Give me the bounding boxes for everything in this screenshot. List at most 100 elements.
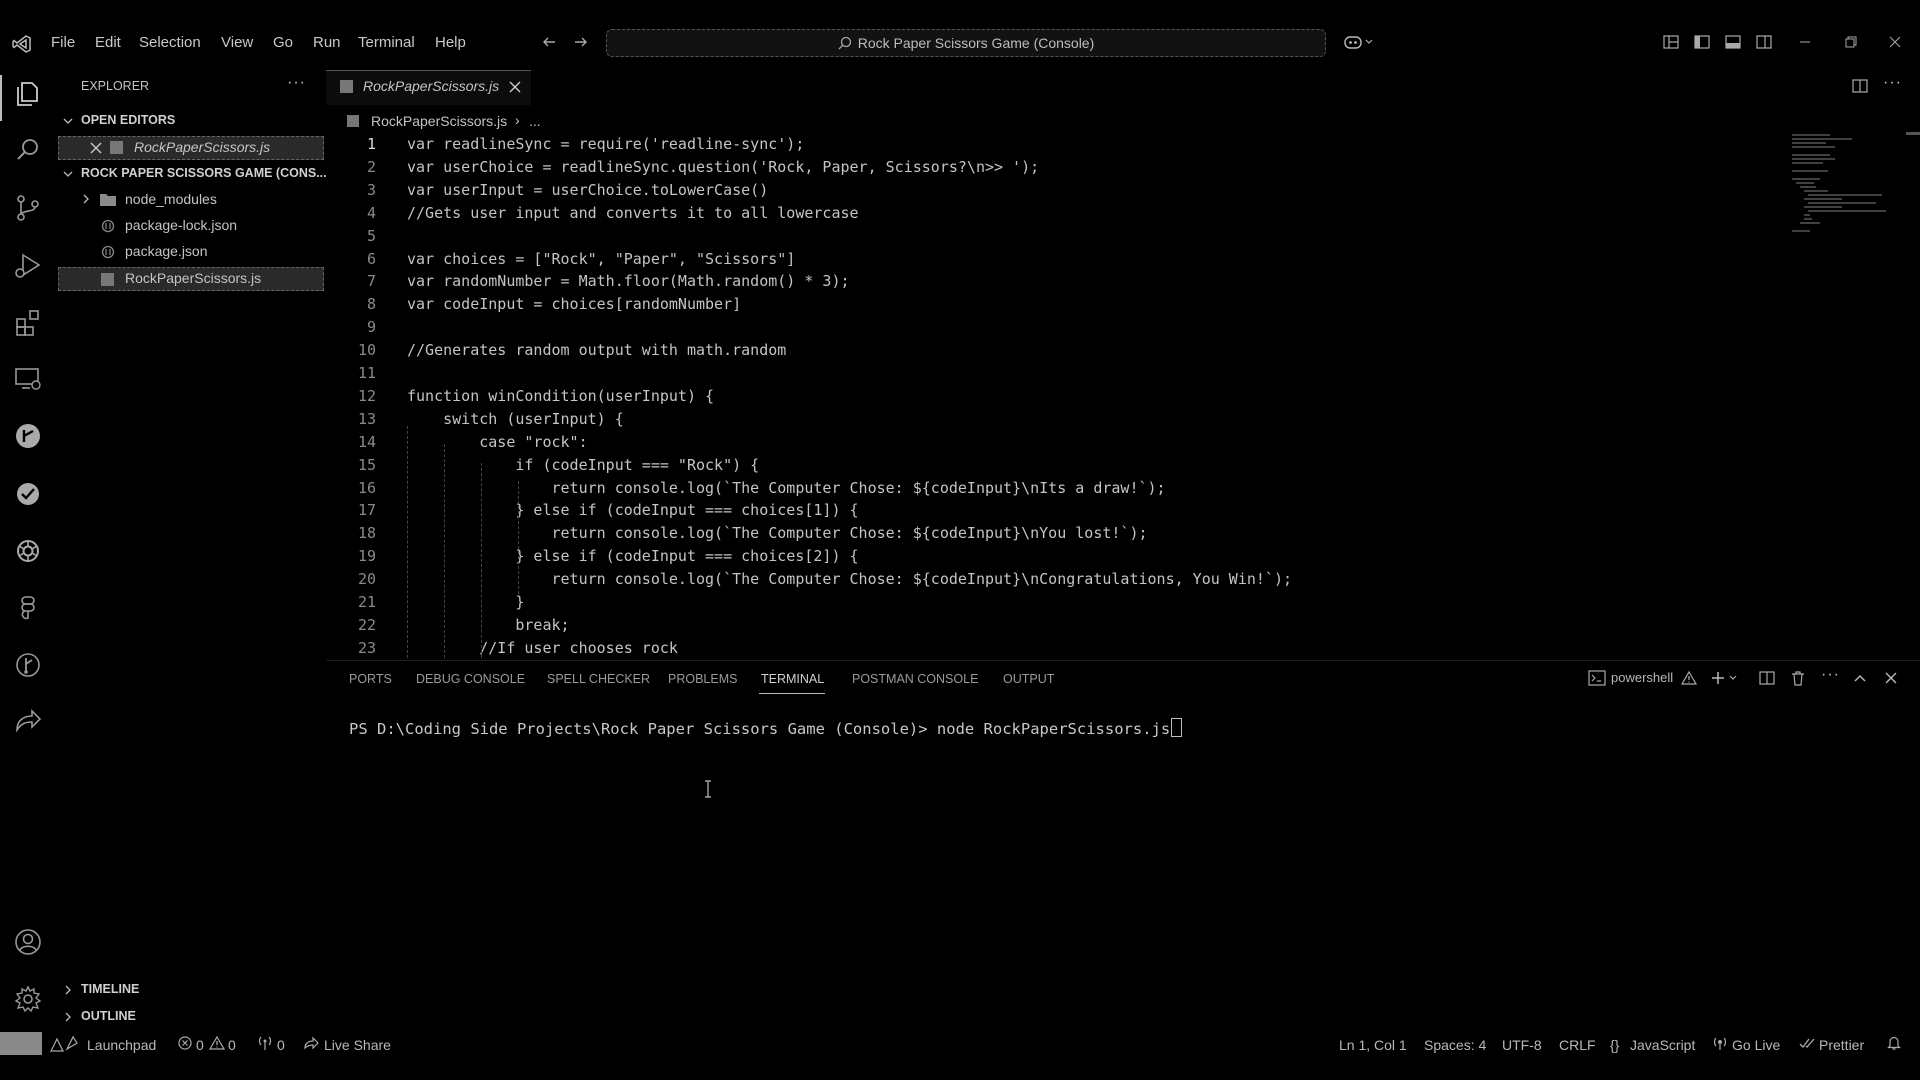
panel-more-actions-icon[interactable]: ··· <box>1821 666 1840 684</box>
panel-tab-postman-console[interactable]: POSTMAN CONSOLE <box>852 672 978 686</box>
code-line[interactable]: } else if (codeInput === choices[1]) { <box>407 501 858 519</box>
code-line[interactable]: var readlineSync = require('readline-syn… <box>407 135 804 153</box>
file-item-rockpaperscissors[interactable]: RockPaperScissors.js <box>125 270 261 286</box>
launchpad-label[interactable]: Launchpad <box>87 1037 156 1053</box>
chevron-down-icon[interactable] <box>62 168 74 180</box>
menu-help[interactable]: Help <box>435 34 466 51</box>
restore-icon[interactable] <box>1843 34 1859 50</box>
back-arrow-icon[interactable] <box>541 34 557 50</box>
notification-bell-icon[interactable] <box>1886 1035 1902 1051</box>
run-debug-icon[interactable] <box>12 249 44 281</box>
customize-layout-icon[interactable] <box>1663 34 1679 50</box>
terminal-output[interactable]: PS D:\Coding Side Projects\Rock Paper Sc… <box>349 718 1183 738</box>
code-line[interactable]: return console.log(`The Computer Chose: … <box>407 479 1165 497</box>
menu-file[interactable]: File <box>51 34 75 51</box>
code-line[interactable]: //Gets user input and converts it to all… <box>407 204 859 222</box>
testing-icon[interactable] <box>12 478 44 510</box>
code-line[interactable]: var codeInput = choices[randomNumber] <box>407 295 741 313</box>
settings-gear-icon[interactable] <box>12 983 44 1015</box>
panel-tab-debug-console[interactable]: DEBUG CONSOLE <box>416 672 525 686</box>
code-line[interactable]: var randomNumber = Math.floor(Math.rando… <box>407 272 850 290</box>
panel-tab-output[interactable]: OUTPUT <box>1003 672 1054 686</box>
panel-tab-terminal[interactable]: TERMINAL <box>761 672 824 686</box>
minimap[interactable] <box>1790 132 1890 232</box>
live-share-icon[interactable] <box>12 706 44 738</box>
copilot-icon[interactable] <box>1344 34 1374 50</box>
trash-icon[interactable] <box>1790 670 1806 686</box>
menu-go[interactable]: Go <box>273 34 293 51</box>
minimize-icon[interactable] <box>1797 34 1813 50</box>
command-center-search[interactable]: Rock Paper Scissors Game (Console) <box>606 29 1326 57</box>
source-control-icon[interactable] <box>12 192 44 224</box>
menu-edit[interactable]: Edit <box>95 34 121 51</box>
go-live-label[interactable]: Go Live <box>1732 1037 1780 1053</box>
open-editors-label[interactable]: OPEN EDITORS <box>81 113 175 127</box>
code-line[interactable]: if (codeInput === "Rock") { <box>407 456 759 474</box>
file-item-node-modules[interactable]: node_modules <box>125 191 217 207</box>
toggle-panel-icon[interactable] <box>1725 34 1741 50</box>
account-icon[interactable] <box>12 926 44 958</box>
menu-terminal[interactable]: Terminal <box>358 34 415 51</box>
explorer-icon[interactable] <box>12 77 44 109</box>
code-line[interactable]: //Generates random output with math.rand… <box>407 341 786 359</box>
line-ending[interactable]: CRLF <box>1559 1037 1596 1053</box>
chevron-right-icon[interactable] <box>62 984 74 996</box>
panel-tab-ports[interactable]: PORTS <box>349 672 392 686</box>
maximize-panel-chevron-up-icon[interactable] <box>1852 670 1868 686</box>
chevron-down-icon[interactable] <box>62 115 74 127</box>
chatgpt-icon[interactable] <box>12 535 44 567</box>
prettier-label[interactable]: Prettier <box>1819 1037 1864 1053</box>
ports-count[interactable]: 0 <box>277 1037 285 1053</box>
breadcrumb-more[interactable]: ... <box>529 113 541 129</box>
toggle-secondary-sidebar-icon[interactable] <box>1756 34 1772 50</box>
menu-view[interactable]: View <box>221 34 253 51</box>
code-line[interactable]: break; <box>407 616 569 634</box>
language-mode[interactable]: JavaScript <box>1630 1037 1695 1053</box>
code-line[interactable]: var userChoice = readlineSync.question('… <box>407 158 1039 176</box>
toggle-sidebar-icon[interactable] <box>1694 34 1710 50</box>
code-line[interactable]: } else if (codeInput === choices[2]) { <box>407 547 858 565</box>
code-line[interactable]: function winCondition(userInput) { <box>407 387 714 405</box>
close-panel-icon[interactable] <box>1883 670 1899 686</box>
menu-selection[interactable]: Selection <box>139 34 201 51</box>
close-tab-icon[interactable] <box>508 80 522 94</box>
remote-explorer-icon[interactable] <box>12 363 44 395</box>
code-line[interactable]: //If user chooses rock <box>407 639 678 657</box>
code-line[interactable]: var userInput = userChoice.toLowerCase() <box>407 181 768 199</box>
scrollbar-indicator[interactable] <box>1906 132 1920 135</box>
file-item-package-lock[interactable]: package-lock.json <box>125 217 237 233</box>
live-share-label[interactable]: Live Share <box>324 1037 391 1053</box>
extensions-icon[interactable] <box>12 306 44 338</box>
code-line[interactable]: case "rock": <box>407 433 587 451</box>
breadcrumb-file[interactable]: RockPaperScissors.js <box>371 113 507 129</box>
git-graph-icon[interactable] <box>12 649 44 681</box>
code-line[interactable]: } <box>407 593 524 611</box>
panel-tab-problems[interactable]: PROBLEMS <box>668 672 737 686</box>
open-editor-filename[interactable]: RockPaperScissors.js <box>134 139 270 155</box>
new-terminal-plus-icon[interactable] <box>1710 670 1740 686</box>
chevron-right-icon[interactable] <box>62 1011 74 1023</box>
split-editor-icon[interactable] <box>1852 78 1868 94</box>
search-icon[interactable] <box>12 134 44 166</box>
split-terminal-icon[interactable] <box>1759 670 1775 686</box>
cursor-position[interactable]: Ln 1, Col 1 <box>1339 1037 1407 1053</box>
chevron-right-icon[interactable] <box>80 193 92 205</box>
outline-label[interactable]: OUTLINE <box>81 1009 136 1023</box>
editor-tab-label[interactable]: RockPaperScissors.js <box>363 78 499 94</box>
code-line[interactable]: return console.log(`The Computer Chose: … <box>407 570 1292 588</box>
close-icon[interactable] <box>89 141 103 155</box>
menu-run[interactable]: Run <box>313 34 341 51</box>
code-line[interactable]: var choices = ["Rock", "Paper", "Scissor… <box>407 250 795 268</box>
close-window-icon[interactable] <box>1887 34 1903 50</box>
explorer-more-actions-icon[interactable]: ··· <box>287 74 306 92</box>
forward-arrow-icon[interactable] <box>573 34 589 50</box>
warnings-count[interactable]: 0 <box>228 1037 236 1053</box>
file-item-package-json[interactable]: package.json <box>125 243 208 259</box>
remote-indicator[interactable] <box>0 1032 42 1055</box>
panel-tab-spell-checker[interactable]: SPELL CHECKER <box>547 672 650 686</box>
code-line[interactable]: switch (userInput) { <box>407 410 624 428</box>
figma-icon[interactable] <box>12 592 44 624</box>
editor-more-actions-icon[interactable]: ··· <box>1883 74 1902 92</box>
timeline-label[interactable]: TIMELINE <box>81 982 139 996</box>
errors-count[interactable]: 0 <box>196 1037 204 1053</box>
